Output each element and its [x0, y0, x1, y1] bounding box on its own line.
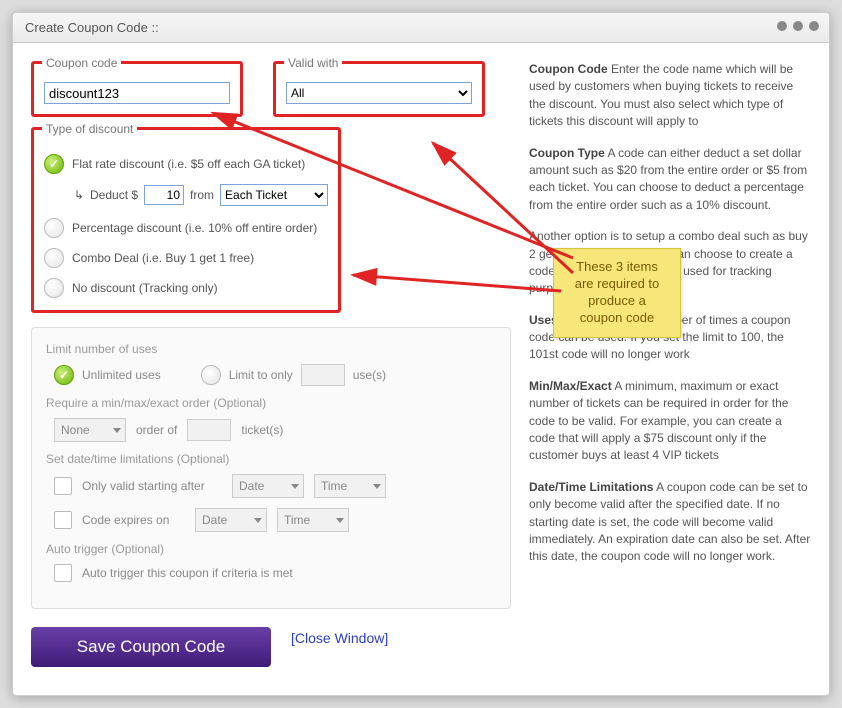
limit-to-label: Limit to only [229, 368, 293, 382]
help-dt: Date/Time Limitations A coupon code can … [529, 479, 811, 566]
coupon-code-legend: Coupon code [42, 56, 121, 70]
help-mme: Min/Max/Exact A minimum, maximum or exac… [529, 378, 811, 465]
end-time-select[interactable]: Time [277, 508, 349, 532]
end-date-row: Code expires on Date Time [54, 508, 496, 532]
start-time-select[interactable]: Time [314, 474, 386, 498]
limit-to-suffix: use(s) [353, 368, 386, 382]
help-column: Coupon Code Enter the code name which wi… [529, 61, 811, 681]
require-middle: order of [136, 423, 177, 437]
start-checkbox[interactable] [54, 477, 72, 495]
deduct-scope-select[interactable]: Each Ticket [220, 184, 328, 206]
date-limits-label: Set date/time limitations (Optional) [46, 452, 496, 466]
sub-arrow-icon: ↳ [74, 188, 84, 202]
options-panel: Limit number of uses Unlimited uses Limi… [31, 327, 511, 609]
help-type: Coupon Type A code can either deduct a s… [529, 145, 811, 215]
radio-no-discount[interactable]: No discount (Tracking only) [44, 278, 328, 298]
limit-to-input[interactable] [301, 364, 345, 386]
dot-icon [809, 21, 819, 31]
form-column: Coupon code Valid with All Type of disco… [31, 61, 511, 681]
radio-percentage[interactable]: Percentage discount (i.e. 10% off entire… [44, 218, 328, 238]
radio-icon [44, 248, 64, 268]
help-code: Coupon Code Enter the code name which wi… [529, 61, 811, 131]
required-note: These 3 items are required to produce a … [553, 248, 681, 338]
dot-icon [793, 21, 803, 31]
require-mode-select[interactable]: None [54, 418, 126, 442]
valid-with-legend: Valid with [284, 56, 342, 70]
titlebar: Create Coupon Code :: [13, 13, 829, 43]
radio-combo[interactable]: Combo Deal (i.e. Buy 1 get 1 free) [44, 248, 328, 268]
start-date-select[interactable]: Date [232, 474, 304, 498]
radio-flat-rate[interactable]: Flat rate discount (i.e. $5 off each GA … [44, 154, 328, 174]
save-button[interactable]: Save Coupon Code [31, 627, 271, 667]
end-label: Code expires on [82, 513, 185, 527]
deduct-from-label: from [190, 188, 214, 202]
radio-unlimited[interactable]: Unlimited uses [54, 365, 161, 385]
start-date-row: Only valid starting after Date Time [54, 474, 496, 498]
close-link[interactable]: [Close Window] [291, 630, 388, 646]
radio-combo-label: Combo Deal (i.e. Buy 1 get 1 free) [72, 251, 254, 265]
modal-title: Create Coupon Code :: [25, 20, 159, 35]
radio-flat-label: Flat rate discount (i.e. $5 off each GA … [72, 157, 305, 171]
create-coupon-modal: Create Coupon Code :: Coupon code Valid … [12, 12, 830, 696]
require-order-row: None order of ticket(s) [54, 418, 496, 442]
coupon-code-input[interactable] [44, 82, 230, 104]
radio-icon [54, 365, 74, 385]
require-order-label: Require a min/max/exact order (Optional) [46, 396, 496, 410]
end-checkbox[interactable] [54, 511, 72, 529]
discount-type-legend: Type of discount [42, 122, 137, 136]
coupon-code-fieldset: Coupon code [31, 61, 243, 117]
help-mme-title: Min/Max/Exact [529, 379, 612, 393]
end-date-select[interactable]: Date [195, 508, 267, 532]
require-qty-input[interactable] [187, 419, 231, 441]
radio-icon [44, 218, 64, 238]
auto-trigger-label: Auto trigger (Optional) [46, 542, 496, 556]
titlebar-dots [777, 21, 819, 31]
radio-no-discount-label: No discount (Tracking only) [72, 281, 218, 295]
auto-trigger-row: Auto trigger this coupon if criteria is … [54, 564, 496, 582]
deduct-amount-input[interactable] [144, 185, 184, 205]
help-type-title: Coupon Type [529, 146, 605, 160]
auto-trigger-text: Auto trigger this coupon if criteria is … [82, 566, 293, 580]
valid-with-fieldset: Valid with All [273, 61, 485, 117]
valid-with-select[interactable]: All [286, 82, 472, 104]
deduct-row: ↳ Deduct $ from Each Ticket [74, 184, 328, 206]
start-label: Only valid starting after [82, 479, 222, 493]
help-dt-title: Date/Time Limitations [529, 480, 653, 494]
radio-limit-to[interactable]: Limit to only use(s) [201, 364, 386, 386]
radio-icon [44, 154, 64, 174]
deduct-prefix: Deduct $ [90, 188, 138, 202]
radio-percentage-label: Percentage discount (i.e. 10% off entire… [72, 221, 317, 235]
radio-icon [201, 365, 221, 385]
help-code-title: Coupon Code [529, 62, 608, 76]
require-suffix: ticket(s) [241, 423, 283, 437]
limit-uses-label: Limit number of uses [46, 342, 496, 356]
radio-icon [44, 278, 64, 298]
auto-trigger-checkbox[interactable] [54, 564, 72, 582]
unlimited-label: Unlimited uses [82, 368, 161, 382]
modal-body: Coupon code Valid with All Type of disco… [13, 43, 829, 695]
dot-icon [777, 21, 787, 31]
discount-type-fieldset: Type of discount Flat rate discount (i.e… [31, 127, 341, 313]
